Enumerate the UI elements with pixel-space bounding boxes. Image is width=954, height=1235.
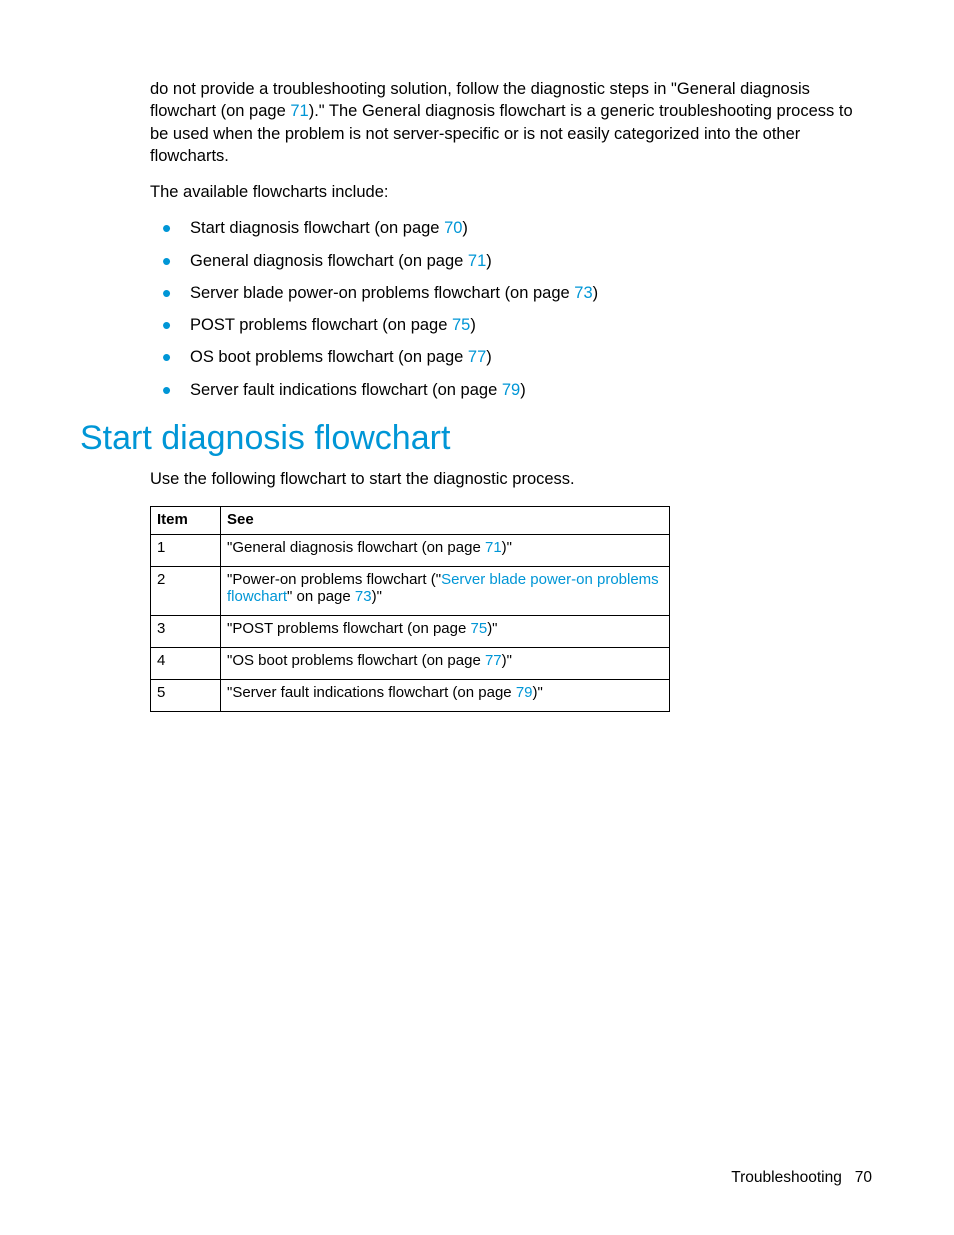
intro-paragraph-1: do not provide a troubleshooting solutio… xyxy=(150,78,874,167)
table-header-row: Item See xyxy=(151,507,670,535)
page-link[interactable]: 71 xyxy=(468,252,486,270)
cell-item: 2 xyxy=(151,567,221,616)
page-link[interactable]: 77 xyxy=(485,652,502,669)
page-link[interactable]: 75 xyxy=(471,620,488,637)
table-row: 5 "Server fault indications flowchart (o… xyxy=(151,680,670,712)
cell-see: "Power-on problems flowchart ("Server bl… xyxy=(221,567,670,616)
cell-item: 3 xyxy=(151,616,221,648)
section-intro: Use the following flowchart to start the… xyxy=(150,468,874,490)
cell-see: "Server fault indications flowchart (on … xyxy=(221,680,670,712)
table-row: 1 "General diagnosis flowchart (on page … xyxy=(151,535,670,567)
page-footer: Troubleshooting 70 xyxy=(731,1169,872,1187)
page-link[interactable]: 79 xyxy=(502,381,520,399)
list-item: OS boot problems flowchart (on page 77) xyxy=(150,346,874,368)
cell-see: "General diagnosis flowchart (on page 71… xyxy=(221,535,670,567)
flowchart-table: Item See 1 "General diagnosis flowchart … xyxy=(150,506,670,712)
cell-item: 4 xyxy=(151,648,221,680)
page-link[interactable]: 71 xyxy=(485,539,502,556)
cell-see: "POST problems flowchart (on page 75)" xyxy=(221,616,670,648)
list-item: General diagnosis flowchart (on page 71) xyxy=(150,250,874,272)
footer-page: 70 xyxy=(855,1169,872,1186)
cell-item: 1 xyxy=(151,535,221,567)
cell-see: "OS boot problems flowchart (on page 77)… xyxy=(221,648,670,680)
table-row: 2 "Power-on problems flowchart ("Server … xyxy=(151,567,670,616)
table-row: 3 "POST problems flowchart (on page 75)" xyxy=(151,616,670,648)
intro-paragraph-2: The available flowcharts include: xyxy=(150,181,874,203)
table-row: 4 "OS boot problems flowchart (on page 7… xyxy=(151,648,670,680)
page-link[interactable]: 77 xyxy=(468,348,486,366)
page-link[interactable]: 75 xyxy=(452,316,470,334)
page-link[interactable]: 73 xyxy=(574,284,592,302)
list-item: Server blade power-on problems flowchart… xyxy=(150,282,874,304)
page-link[interactable]: 70 xyxy=(444,219,462,237)
page-link[interactable]: 79 xyxy=(516,684,533,701)
cell-item: 5 xyxy=(151,680,221,712)
header-item: Item xyxy=(151,507,221,535)
section-title: Start diagnosis flowchart xyxy=(80,419,874,458)
list-item: Server fault indications flowchart (on p… xyxy=(150,379,874,401)
flowchart-list: Start diagnosis flowchart (on page 70) G… xyxy=(150,217,874,401)
footer-section: Troubleshooting xyxy=(731,1169,842,1186)
header-see: See xyxy=(221,507,670,535)
intro-link-71[interactable]: 71 xyxy=(290,102,308,120)
list-item: Start diagnosis flowchart (on page 70) xyxy=(150,217,874,239)
page-link[interactable]: 73 xyxy=(355,588,372,605)
list-item: POST problems flowchart (on page 75) xyxy=(150,314,874,336)
